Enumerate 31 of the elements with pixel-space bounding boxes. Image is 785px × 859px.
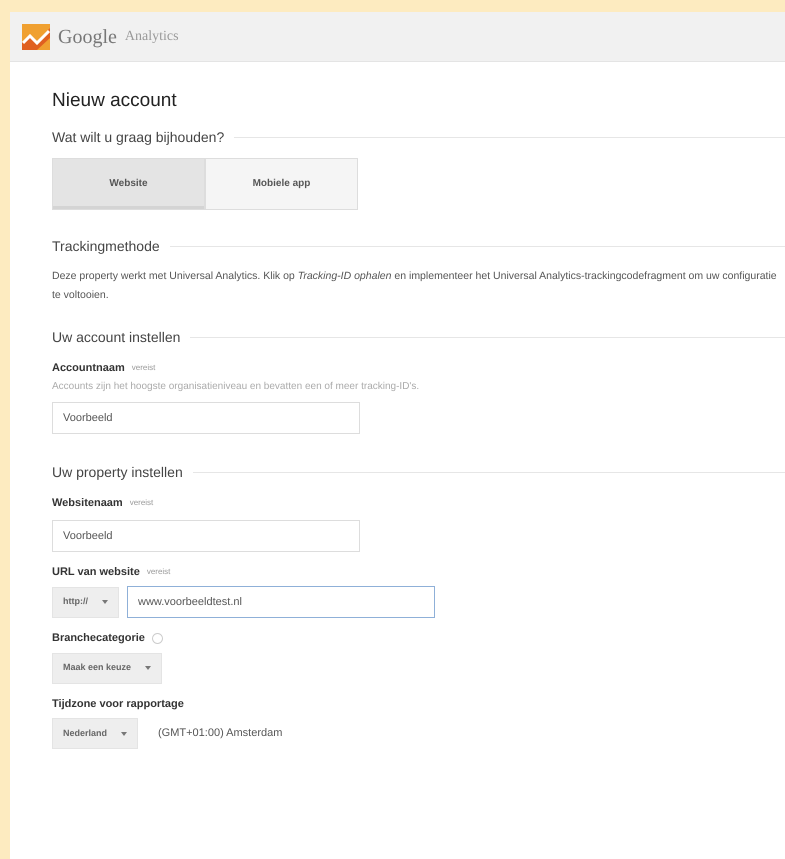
required-label: vereist	[130, 497, 154, 510]
field-label: Tijdzone voor rapportage	[52, 696, 184, 712]
field-label: Accountnaam	[52, 360, 125, 376]
caret-icon	[145, 666, 152, 670]
section-heading: Uw property instellen	[52, 463, 183, 482]
caret-icon	[121, 732, 128, 736]
field-label: Websitenaam	[52, 496, 123, 512]
dropdown[interactable]: Nederland	[52, 718, 138, 750]
section-heading: Uw account instellen	[52, 328, 180, 347]
logo-icon	[22, 24, 50, 50]
required-label: vereist	[146, 566, 170, 578]
product-name: Analytics	[124, 28, 179, 46]
dropdown[interactable]: http://	[52, 586, 119, 618]
help-text: Accounts zijn het hoogste organisatieniveau en bevatten een of meer tracking-ID's.	[52, 380, 420, 394]
tab[interactable]: Website	[52, 158, 205, 210]
field-label: Branchecategorie	[52, 631, 145, 646]
page-title: Nieuw account	[52, 90, 178, 113]
description: Deze property werkt met Universal Analytics. Klik op Tracking-ID ophalen en implementeer het Universal Analytics-trackingcodefragment om uw configuratie te voltooien.	[52, 268, 778, 303]
text-field[interactable]: Voorbeeld	[52, 402, 360, 434]
required-label: vereist	[132, 362, 156, 374]
dropdown[interactable]: Maak een keuze	[52, 652, 162, 684]
caret-icon	[102, 600, 108, 604]
text-field[interactable]: www.voorbeeldtest.nl	[127, 586, 435, 618]
timezone-text: (GMT+01:00) Amsterdam	[158, 726, 282, 742]
info-icon[interactable]	[152, 632, 163, 644]
section-heading: Wat wilt u graag bijhouden?	[52, 128, 224, 147]
field-label: URL van website	[52, 564, 140, 580]
section-heading: Trackingmethode	[52, 236, 160, 256]
text-field[interactable]: Voorbeeld	[52, 520, 360, 552]
tab[interactable]: Mobiele app	[205, 158, 358, 210]
brand-name: Google	[58, 24, 117, 50]
